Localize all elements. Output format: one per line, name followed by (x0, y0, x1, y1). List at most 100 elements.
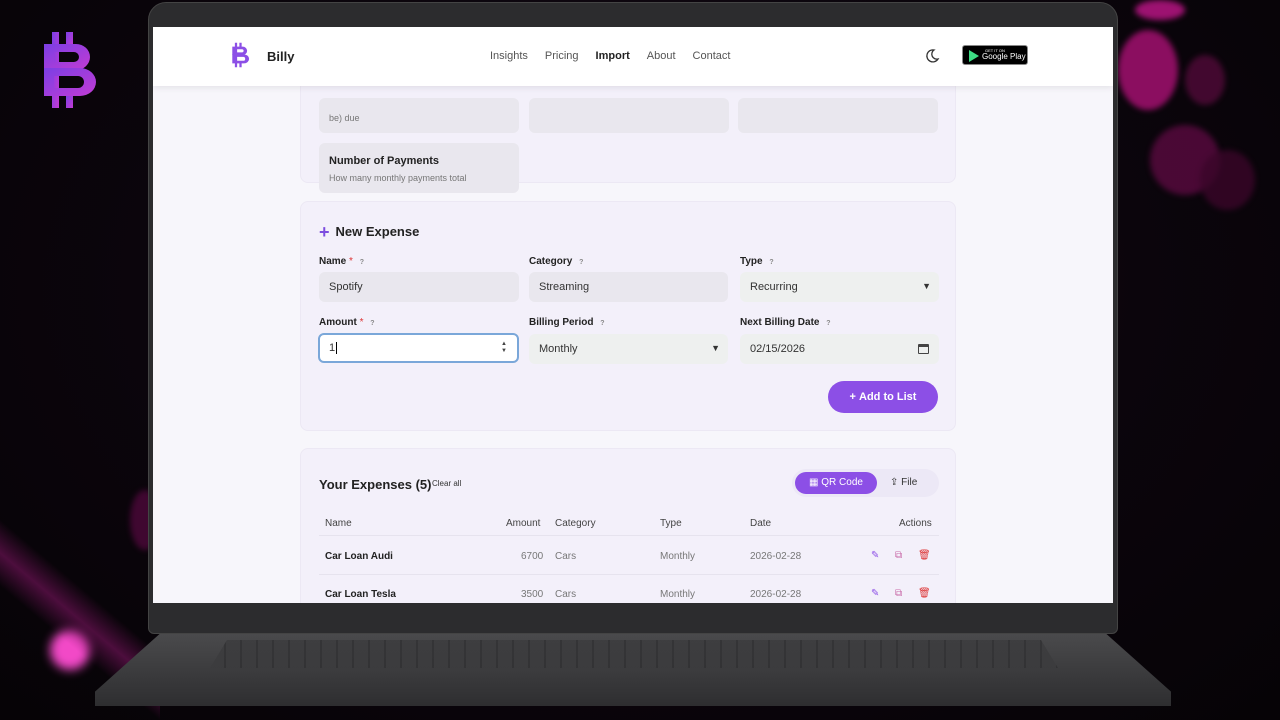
file-upload-icon: ⇪ (890, 477, 902, 488)
category-label: Category ? (529, 256, 583, 267)
number-of-payments-field[interactable]: Number of Payments How many monthly paym… (319, 143, 519, 193)
type-label: Type ? (740, 256, 774, 267)
text-cursor (336, 342, 338, 354)
qr-code-label: QR Code (821, 477, 863, 488)
calendar-icon[interactable] (918, 344, 929, 354)
add-to-list-label: Add to List (859, 391, 917, 403)
file-label: File (901, 477, 918, 488)
cell-category: Cars (555, 589, 577, 600)
moon-icon[interactable] (924, 48, 940, 64)
clear-all-button[interactable]: Clear all (432, 479, 461, 488)
qr-code-toggle[interactable]: ▦ QR Code (795, 472, 877, 494)
chevron-down-icon: ▼ (922, 281, 931, 291)
plus-icon: + (319, 221, 330, 242)
column-header-type[interactable]: Type (660, 518, 682, 529)
cell-category: Cars (555, 551, 577, 562)
edit-icon[interactable]: ✎ (871, 550, 879, 561)
nav-link-about[interactable]: About (647, 50, 676, 62)
amount-label: Amount * ? (319, 317, 375, 328)
billing-period-value: Monthly (539, 343, 578, 355)
laptop-keyboard (210, 640, 1058, 668)
plus-icon: + (849, 391, 860, 403)
column-header-date[interactable]: Date (750, 518, 771, 529)
edit-icon[interactable]: ✎ (871, 588, 879, 599)
amount-input-value: 1 (329, 342, 336, 354)
column-header-name[interactable]: Name (325, 518, 352, 529)
nav-link-import[interactable]: Import (596, 50, 630, 62)
field-title: Number of Payments (329, 155, 440, 167)
trash-icon[interactable]: 🗑 (918, 588, 931, 599)
chevron-down-icon: ▼ (711, 343, 720, 353)
required-mark: * (349, 256, 353, 267)
next-billing-label: Next Billing Date ? (740, 317, 831, 328)
help-icon[interactable]: ? (769, 259, 773, 266)
row-divider (319, 574, 939, 575)
cell-amount: 6700 (521, 551, 544, 562)
google-play-badge[interactable]: GET IT ON Google Play (962, 45, 1028, 65)
required-mark: * (359, 317, 364, 328)
cell-type: Monthly (660, 589, 696, 600)
column-header-actions: Actions (899, 518, 932, 529)
nav-link-insights[interactable]: Insights (490, 50, 528, 62)
number-spinner-icon[interactable]: ▲ ▼ (501, 341, 507, 355)
file-toggle[interactable]: ⇪ File (890, 472, 917, 494)
next-billing-label-text: Next Billing Date (740, 317, 820, 328)
new-expense-title: New Expense (335, 224, 420, 239)
field-description: be) due (329, 113, 360, 123)
name-label: Name * ? (319, 256, 364, 267)
nav-links: Insights Pricing Import About Contact (490, 50, 730, 62)
brand-logo-icon (44, 32, 96, 108)
bokeh-light (1200, 150, 1255, 210)
copy-icon[interactable]: ⧉ (895, 550, 902, 561)
app-title[interactable]: Billy (267, 49, 294, 64)
column-header-category[interactable]: Category (555, 518, 596, 529)
amount-label-text: Amount (319, 317, 357, 328)
help-icon[interactable]: ? (579, 259, 583, 266)
expenses-card: Your Expenses (5) Clear all ▦ QR Code ⇪ … (300, 448, 956, 603)
type-select-value: Recurring (750, 281, 798, 293)
help-icon[interactable]: ? (826, 320, 830, 327)
copy-icon[interactable]: ⧉ (895, 588, 902, 599)
next-billing-date-value: 02/15/2026 (750, 343, 806, 355)
export-toggle: ▦ QR Code ⇪ File (792, 469, 939, 497)
new-expense-card: + New Expense Name * ? Spotify Category … (300, 201, 956, 431)
category-label-text: Category (529, 256, 573, 267)
expenses-title: Your Expenses (5) (319, 477, 432, 492)
cell-date: 2026-02-28 (750, 551, 802, 562)
category-input[interactable]: Streaming (529, 272, 728, 302)
billing-period-select[interactable]: Monthly ▼ (529, 334, 728, 364)
nav-link-contact[interactable]: Contact (693, 50, 731, 62)
billing-period-label: Billing Period ? (529, 317, 605, 328)
help-icon[interactable]: ? (360, 259, 364, 266)
nav-link-pricing[interactable]: Pricing (545, 50, 579, 62)
name-input[interactable]: Spotify (319, 272, 519, 302)
field-description: How many monthly payments total (329, 173, 467, 183)
info-field[interactable] (738, 98, 938, 133)
new-expense-heading: + New Expense (319, 221, 420, 242)
app-screen: Billy Insights Pricing Import About Cont… (153, 27, 1113, 603)
help-icon[interactable]: ? (600, 320, 604, 327)
bokeh-light (1118, 30, 1178, 110)
type-label-text: Type (740, 256, 763, 267)
cell-amount: 3500 (521, 589, 544, 600)
cell-type: Monthly (660, 551, 696, 562)
next-billing-date-input[interactable]: 02/15/2026 (740, 334, 939, 364)
info-field[interactable]: be) due (319, 98, 519, 133)
amount-input[interactable]: 1 ▲ ▼ (318, 333, 519, 363)
help-icon[interactable]: ? (370, 320, 374, 327)
name-label-text: Name (319, 256, 347, 267)
bokeh-light (1185, 55, 1225, 105)
google-play-icon (969, 50, 979, 62)
info-field[interactable] (529, 98, 729, 133)
cell-name: Car Loan Tesla (325, 589, 396, 600)
billy-logo-icon[interactable] (231, 42, 251, 68)
cell-name: Car Loan Audi (325, 551, 393, 562)
add-to-list-button[interactable]: + Add to List (828, 381, 938, 413)
column-header-amount[interactable]: Amount (506, 518, 540, 529)
badge-large-text: Google Play (982, 52, 1026, 61)
cell-date: 2026-02-28 (750, 589, 802, 600)
row-divider (319, 535, 939, 536)
type-select[interactable]: Recurring ▼ (740, 272, 939, 302)
billing-period-label-text: Billing Period (529, 317, 594, 328)
trash-icon[interactable]: 🗑 (918, 550, 931, 561)
